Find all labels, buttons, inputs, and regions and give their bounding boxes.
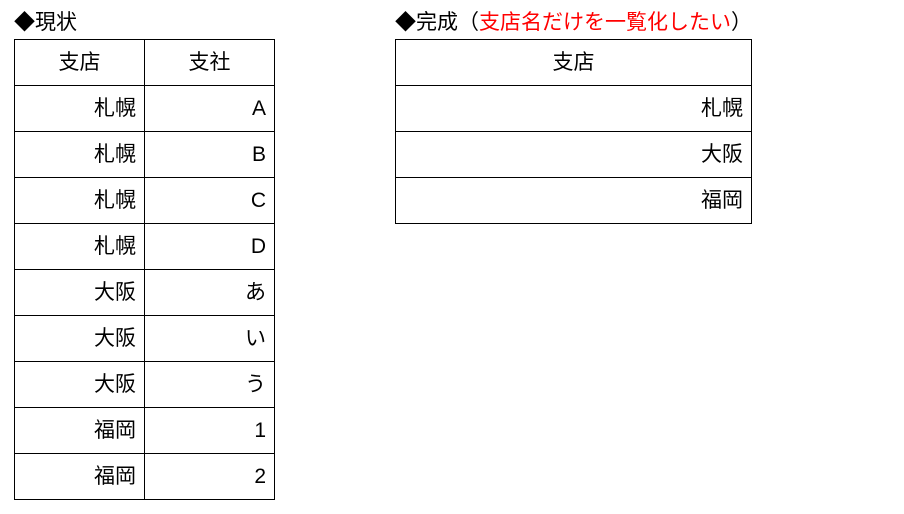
left-cell-branch: 大阪 xyxy=(15,270,145,316)
right-cell-branch: 札幌 xyxy=(396,86,752,132)
table-row: 大阪 う xyxy=(15,362,275,408)
right-title-text: 完成 xyxy=(416,11,458,34)
left-cell-office: あ xyxy=(145,270,275,316)
right-table: 支店 札幌 大阪 福岡 xyxy=(395,39,752,224)
table-row: 札幌 C xyxy=(15,178,275,224)
table-row: 札幌 xyxy=(396,86,752,132)
left-title-text: 現状 xyxy=(35,11,77,34)
table-row: 札幌 A xyxy=(15,86,275,132)
left-cell-branch: 札幌 xyxy=(15,224,145,270)
right-title-paren-close: ） xyxy=(731,11,752,34)
left-cell-branch: 札幌 xyxy=(15,86,145,132)
left-cell-office: B xyxy=(145,132,275,178)
table-row: 福岡 1 xyxy=(15,408,275,454)
left-cell-branch: 札幌 xyxy=(15,178,145,224)
left-section: ◆現状 支店 支社 札幌 A 札幌 B 札幌 C xyxy=(14,8,275,500)
left-cell-office: 2 xyxy=(145,454,275,500)
left-cell-office: う xyxy=(145,362,275,408)
table-row: 大阪 あ xyxy=(15,270,275,316)
right-cell-branch: 福岡 xyxy=(396,178,752,224)
table-row: 札幌 B xyxy=(15,132,275,178)
table-header-row: 支店 支社 xyxy=(15,40,275,86)
table-header-row: 支店 xyxy=(396,40,752,86)
right-title: ◆完成（支店名だけを一覧化したい） xyxy=(395,8,752,37)
left-table: 支店 支社 札幌 A 札幌 B 札幌 C 札幌 xyxy=(14,39,275,500)
table-row: 札幌 D xyxy=(15,224,275,270)
left-cell-branch: 福岡 xyxy=(15,454,145,500)
table-row: 福岡 2 xyxy=(15,454,275,500)
right-title-paren-open: （ xyxy=(458,11,479,34)
left-cell-office: 1 xyxy=(145,408,275,454)
right-section: ◆完成（支店名だけを一覧化したい） 支店 札幌 大阪 福岡 xyxy=(395,8,752,224)
left-header-branch: 支店 xyxy=(15,40,145,86)
left-cell-office: い xyxy=(145,316,275,362)
right-title-note: 支店名だけを一覧化したい xyxy=(479,11,731,34)
right-header-branch: 支店 xyxy=(396,40,752,86)
left-cell-office: A xyxy=(145,86,275,132)
left-header-office: 支社 xyxy=(145,40,275,86)
right-cell-branch: 大阪 xyxy=(396,132,752,178)
left-cell-office: C xyxy=(145,178,275,224)
left-cell-branch: 大阪 xyxy=(15,316,145,362)
left-title: ◆現状 xyxy=(14,8,275,37)
left-cell-branch: 福岡 xyxy=(15,408,145,454)
table-row: 大阪 い xyxy=(15,316,275,362)
left-title-prefix: ◆ xyxy=(14,11,35,34)
left-cell-office: D xyxy=(145,224,275,270)
right-title-prefix: ◆ xyxy=(395,11,416,34)
table-row: 大阪 xyxy=(396,132,752,178)
left-cell-branch: 札幌 xyxy=(15,132,145,178)
table-row: 福岡 xyxy=(396,178,752,224)
left-cell-branch: 大阪 xyxy=(15,362,145,408)
